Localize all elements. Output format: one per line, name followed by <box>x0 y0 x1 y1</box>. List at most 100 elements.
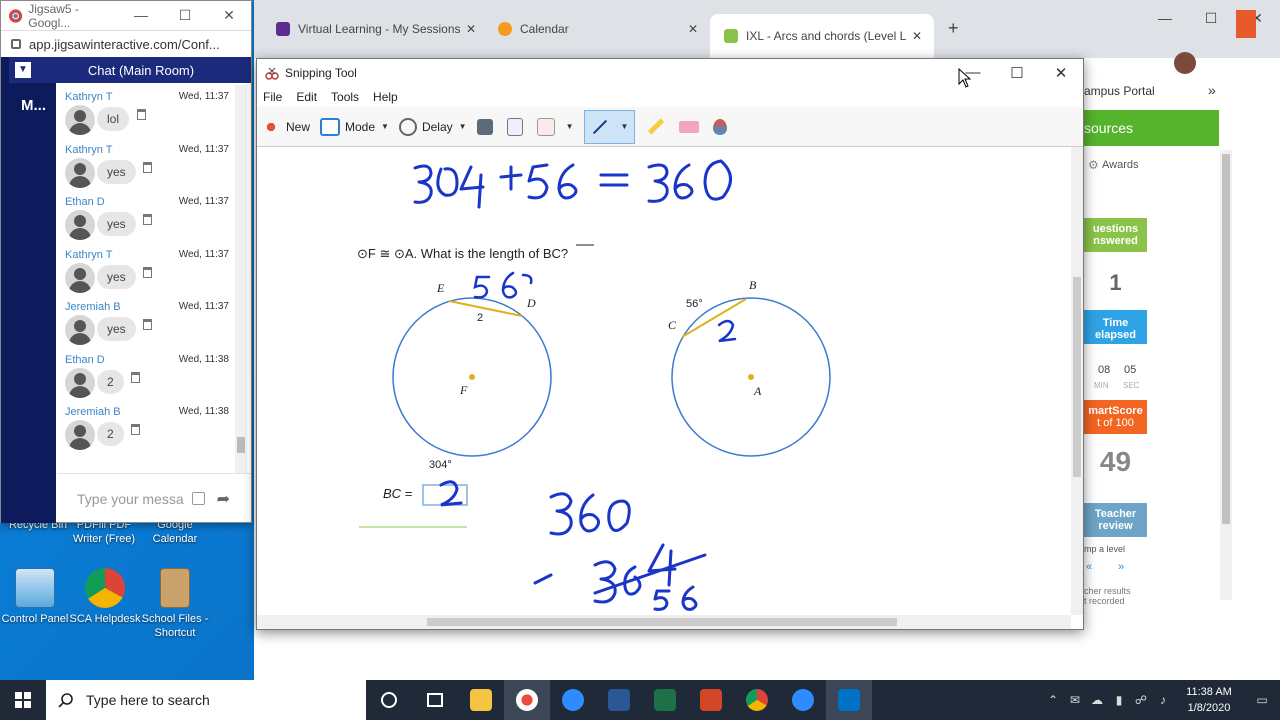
word-button[interactable] <box>596 680 642 720</box>
mail-icon[interactable]: ✉ <box>1064 693 1086 707</box>
resources-banner[interactable]: sources <box>1082 110 1219 146</box>
resources-label: sources <box>1084 120 1134 136</box>
center-f <box>469 374 475 380</box>
close-tab-icon[interactable]: ✕ <box>912 29 922 43</box>
maximize-button[interactable]: ☐ <box>163 7 207 24</box>
tab-virtual-learning[interactable]: Virtual Learning - My Sessions ✕ <box>262 14 488 44</box>
close-tab-icon[interactable]: ✕ <box>688 22 698 36</box>
delay-button[interactable]: Delay ▼ <box>398 117 467 136</box>
trash-icon[interactable] <box>131 371 140 383</box>
trash-icon[interactable] <box>143 266 152 278</box>
desktop-icon-sca-helpdesk[interactable]: SCA Helpdesk <box>67 568 143 626</box>
close-tab-icon[interactable]: ✕ <box>466 22 476 36</box>
trash-icon[interactable] <box>137 109 146 120</box>
new-button[interactable]: New <box>261 117 310 136</box>
menu-file[interactable]: File <box>263 90 282 104</box>
trash-icon[interactable] <box>131 424 140 435</box>
jigsaw-url-bar[interactable]: app.jigsawinteractive.com/Conf... <box>1 31 251 57</box>
chevron-right-icon[interactable]: » <box>1208 82 1216 98</box>
copy-icon[interactable] <box>506 117 523 136</box>
send-icon[interactable]: ➦ <box>217 489 230 509</box>
time-seconds: 05 <box>1124 364 1137 376</box>
menu-edit[interactable]: Edit <box>296 90 317 104</box>
ixl-sidebar: ampus Portal » sources ⚙ Awards uestions… <box>1082 0 1238 680</box>
volume-icon[interactable]: ♪ <box>1152 693 1174 707</box>
snip-toolbar: New Mode ▼ Delay ▼ ▼ ▼ <box>257 107 1083 147</box>
chevron-down-icon[interactable]: ▼ <box>566 122 574 131</box>
handwritten-56 <box>473 271 533 299</box>
scroll-thumb[interactable] <box>427 618 897 626</box>
zoom-icon <box>562 689 584 711</box>
awards-link[interactable]: Awards <box>1102 159 1138 171</box>
network-icon[interactable]: ☍ <box>1130 693 1152 707</box>
taskbar-search[interactable]: Type here to search <box>46 680 366 720</box>
message-time: Wed, 11:37 <box>178 196 229 207</box>
chat-input-row: Type your messa ➦ <box>57 473 251 523</box>
save-icon[interactable] <box>476 118 493 135</box>
menu-bar: File Edit Tools Help <box>257 87 1083 107</box>
cortana-button[interactable] <box>366 680 412 720</box>
snip-vertical-scrollbar[interactable] <box>1071 147 1083 615</box>
captured-image: ⊙F ≅ ⊙A. What is the length of BC? E D F… <box>357 159 831 611</box>
jump-forward-icon[interactable]: » <box>1118 561 1124 573</box>
close-button[interactable]: ✕ <box>1039 64 1083 82</box>
mode-button[interactable]: Mode ▼ <box>320 117 389 136</box>
notification-icon[interactable]: ▭ <box>1244 693 1280 707</box>
chevron-up-icon[interactable]: ⌃ <box>1042 693 1064 707</box>
pen-button[interactable]: ▼ <box>583 109 636 144</box>
eraser-icon[interactable] <box>679 120 700 133</box>
collapse-chat-icon[interactable]: ▼ <box>15 62 31 78</box>
snip-canvas[interactable]: ⊙F ≅ ⊙A. What is the length of BC? E D F… <box>257 147 1071 615</box>
chrome-button[interactable] <box>734 680 780 720</box>
new-tab-button[interactable]: + <box>948 18 959 39</box>
chevron-down-icon[interactable]: ▼ <box>381 122 389 131</box>
trash-icon[interactable] <box>143 214 152 225</box>
lock-icon <box>11 39 21 49</box>
outlook-button[interactable] <box>826 680 872 720</box>
checkbox[interactable] <box>191 492 205 505</box>
minimize-button[interactable]: — <box>119 7 163 24</box>
menu-help[interactable]: Help <box>373 90 398 104</box>
message-text: yes <box>97 159 136 184</box>
chevron-down-icon[interactable]: ▼ <box>621 122 629 131</box>
powerpoint-icon <box>700 689 722 711</box>
zoom-button-2[interactable] <box>780 680 826 720</box>
task-view-button[interactable] <box>412 680 458 720</box>
clock[interactable]: 11:38 AM 1/8/2020 <box>1174 684 1244 716</box>
trash-icon[interactable] <box>143 161 152 173</box>
powerpoint-button[interactable] <box>688 680 734 720</box>
paint-3d-icon[interactable] <box>713 118 728 135</box>
jump-level[interactable]: mp a level <box>1084 544 1125 554</box>
excel-button[interactable] <box>642 680 688 720</box>
snip-horizontal-scrollbar[interactable] <box>257 615 1071 629</box>
campus-portal-link[interactable]: ampus Portal <box>1084 84 1155 98</box>
onedrive-icon[interactable]: ☁ <box>1086 693 1108 707</box>
jump-back-icon[interactable]: « <box>1086 561 1092 573</box>
trash-icon[interactable] <box>143 319 152 330</box>
snipping-tool-taskbar-button[interactable] <box>504 680 550 720</box>
label-d: D <box>526 296 536 310</box>
highlighter-icon[interactable] <box>648 118 665 135</box>
chat-scroll-thumb[interactable] <box>237 437 245 453</box>
desktop-icon-control-panel[interactable]: Control Panel <box>0 568 73 626</box>
menu-tools[interactable]: Tools <box>331 90 359 104</box>
file-explorer-button[interactable] <box>458 680 504 720</box>
tab-ixl[interactable]: IXL - Arcs and chords (Level L pra ✕ <box>710 14 934 58</box>
chat-input[interactable]: Type your messa <box>77 491 184 507</box>
mode-icon <box>320 117 341 136</box>
battery-icon[interactable]: ▮ <box>1108 693 1130 707</box>
send-icon[interactable] <box>536 117 555 136</box>
new-snip-icon <box>261 117 281 136</box>
maximize-button[interactable]: ☐ <box>995 64 1039 82</box>
start-button[interactable] <box>0 680 46 720</box>
chat-scrollbar[interactable] <box>235 85 247 473</box>
tab-calendar[interactable]: Calendar ✕ <box>484 14 710 44</box>
pen-icon <box>592 119 607 134</box>
desktop-icon-school-files[interactable]: School Files - Shortcut <box>137 568 213 640</box>
page-scrollbar[interactable] <box>1220 150 1232 600</box>
close-button[interactable]: ✕ <box>207 7 251 24</box>
zoom-button[interactable] <box>550 680 596 720</box>
label-e: E <box>436 281 445 295</box>
scroll-thumb[interactable] <box>1073 277 1081 477</box>
chevron-down-icon[interactable]: ▼ <box>459 122 467 131</box>
